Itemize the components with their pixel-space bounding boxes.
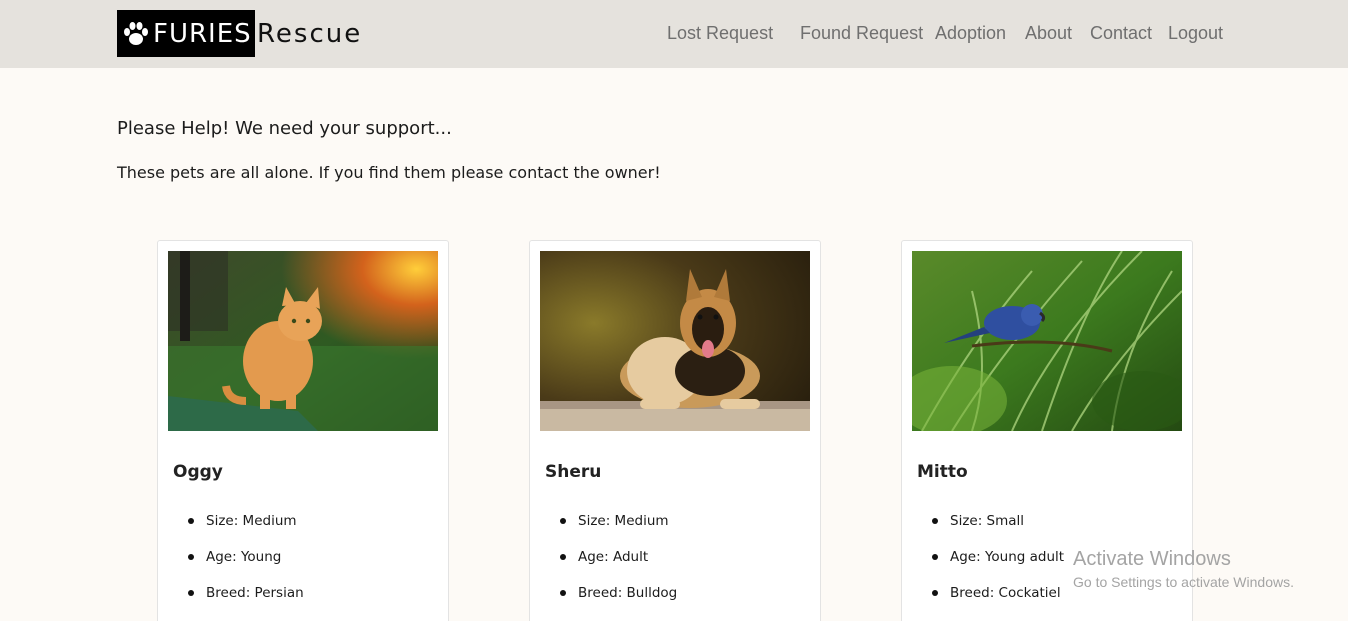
pet-name: Mitto xyxy=(917,462,968,482)
pet-breed: Breed: Persian xyxy=(186,585,304,621)
watermark-subtitle: Go to Settings to activate Windows. xyxy=(1073,574,1294,590)
brand-name-primary: FURIES xyxy=(153,18,252,49)
pet-details-list: Size: Medium Age: Adult Breed: Bulldog xyxy=(558,513,677,621)
nav-found-request[interactable]: Found Request xyxy=(800,23,923,44)
windows-activation-watermark: Activate Windows Go to Settings to activ… xyxy=(1073,548,1294,590)
pet-size: Size: Small xyxy=(930,513,1064,549)
pet-photo-cat[interactable] xyxy=(168,251,438,431)
pet-details-list: Size: Small Age: Young adult Breed: Cock… xyxy=(930,513,1064,621)
pet-breed: Breed: Cockatiel xyxy=(930,585,1064,621)
nav-about[interactable]: About xyxy=(1025,23,1072,44)
pet-name: Sheru xyxy=(545,462,602,482)
pet-photo-dog[interactable] xyxy=(540,251,810,431)
pet-details-list: Size: Medium Age: Young Breed: Persian xyxy=(186,513,304,621)
page-subtitle: These pets are all alone. If you find th… xyxy=(117,163,661,182)
pet-card[interactable]: Oggy Size: Medium Age: Young Breed: Pers… xyxy=(157,240,449,621)
pet-age: Age: Young adult xyxy=(930,549,1064,585)
pet-age: Age: Adult xyxy=(558,549,677,585)
nav-lost-request[interactable]: Lost Request xyxy=(667,23,773,44)
pet-size: Size: Medium xyxy=(558,513,677,549)
pet-breed: Breed: Bulldog xyxy=(558,585,677,621)
watermark-title: Activate Windows xyxy=(1073,548,1231,570)
pet-photo-bird[interactable] xyxy=(912,251,1182,431)
page-title: Please Help! We need your support... xyxy=(117,118,452,139)
nav-contact[interactable]: Contact xyxy=(1090,23,1152,44)
brand-name-secondary: Rescue xyxy=(257,18,363,49)
nav-adoption[interactable]: Adoption xyxy=(935,23,1006,44)
brand-logo[interactable]: FURIES Rescue xyxy=(117,10,362,57)
brand-logo-box: FURIES xyxy=(117,10,255,57)
top-navbar: FURIES Rescue Lost Request Found Request… xyxy=(0,0,1348,68)
pet-card[interactable]: Sheru Size: Medium Age: Adult Breed: Bul… xyxy=(529,240,821,621)
pet-size: Size: Medium xyxy=(186,513,304,549)
nav-logout[interactable]: Logout xyxy=(1168,23,1223,44)
pet-name: Oggy xyxy=(173,462,223,482)
pet-age: Age: Young xyxy=(186,549,304,585)
paw-icon xyxy=(124,21,148,45)
